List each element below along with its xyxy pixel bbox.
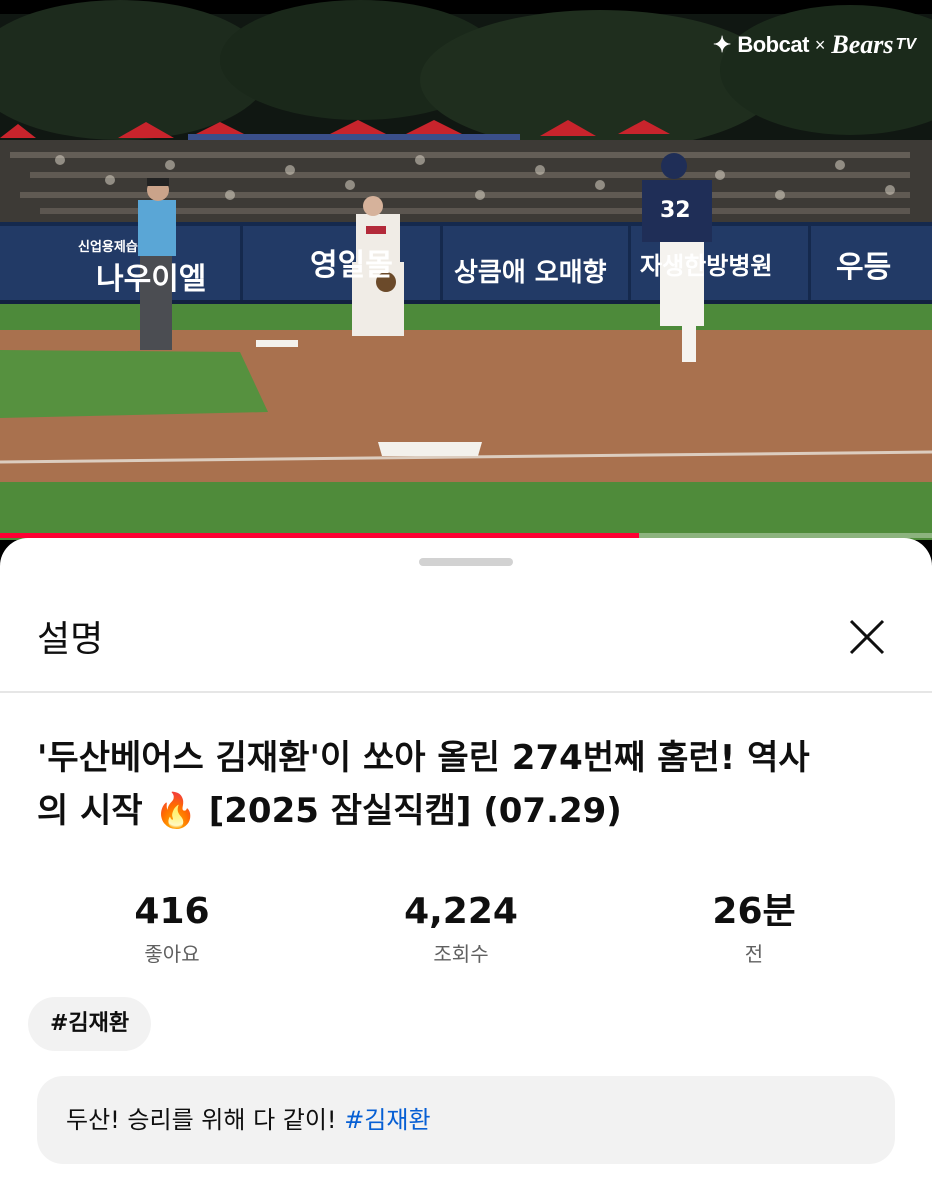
views-count: 4,224 xyxy=(404,891,518,932)
likes-count: 416 xyxy=(134,891,210,932)
header-divider xyxy=(0,691,932,693)
stat-views: 4,224 조회수 xyxy=(361,890,561,967)
upload-time: 26분 xyxy=(712,891,796,932)
description-sheet: 설명 '두산베어스 김재환'이 쏘아 올린 274번째 홈런! 역사 의 시작 … xyxy=(0,538,932,1200)
description-box: 두산! 승리를 위해 다 같이! #김재환 xyxy=(37,1076,895,1164)
stadium-sign: 상큼애 오매향 xyxy=(454,258,607,288)
stadium-sign: 나우이엘 xyxy=(96,262,207,297)
stadium-sign: 영일몰 xyxy=(310,248,393,283)
watermark-brand2: Bears xyxy=(831,30,894,59)
description-hashtag-link[interactable]: #김재환 xyxy=(344,1106,430,1134)
views-label: 조회수 xyxy=(433,942,489,966)
upload-time-label: 전 xyxy=(744,942,764,966)
sheet-header: 설명 xyxy=(0,538,932,693)
likes-label: 좋아요 xyxy=(144,942,200,966)
stat-uploaded: 26분 전 xyxy=(654,890,854,967)
fire-emoji-icon: 🔥 xyxy=(154,791,197,831)
video-title: '두산베어스 김재환'이 쏘아 올린 274번째 홈런! 역사 의 시작 🔥 [… xyxy=(37,732,897,838)
sheet-title: 설명 xyxy=(37,619,104,660)
close-button[interactable] xyxy=(846,616,888,658)
bobcat-logo-icon: ✦ xyxy=(712,32,732,57)
jersey-number: 32 xyxy=(660,198,691,223)
watermark-separator: × xyxy=(814,34,826,55)
stadium-sign: 우등 xyxy=(836,250,892,285)
video-player[interactable]: 나우이엘 신업용제습 영일몰 상큼애 오매향 자생한방병원 우등 32 ✦ Bo… xyxy=(0,0,932,540)
video-stats: 416 좋아요 4,224 조회수 26분 전 xyxy=(0,890,932,970)
watermark-brand1: Bobcat xyxy=(737,32,809,57)
stat-likes: 416 좋아요 xyxy=(72,890,272,967)
video-title-line2-prefix: 의 시작 xyxy=(37,791,143,831)
stadium-sign: 자생한방병원 xyxy=(640,252,773,280)
channel-watermark: ✦ Bobcat × Bears TV xyxy=(713,30,916,60)
video-title-line1: '두산베어스 김재환'이 쏘아 올린 274번째 홈런! 역사 xyxy=(37,738,810,778)
stadium-sign: 신업용제습 xyxy=(78,240,138,255)
description-text: 두산! 승리를 위해 다 같이! xyxy=(66,1106,345,1134)
watermark-brand2-suffix: TV xyxy=(895,36,916,53)
hashtag-chip[interactable]: #김재환 xyxy=(28,997,152,1051)
close-icon xyxy=(849,619,885,655)
video-title-line2-suffix: [2025 잠실직캠] (07.29) xyxy=(208,791,622,831)
